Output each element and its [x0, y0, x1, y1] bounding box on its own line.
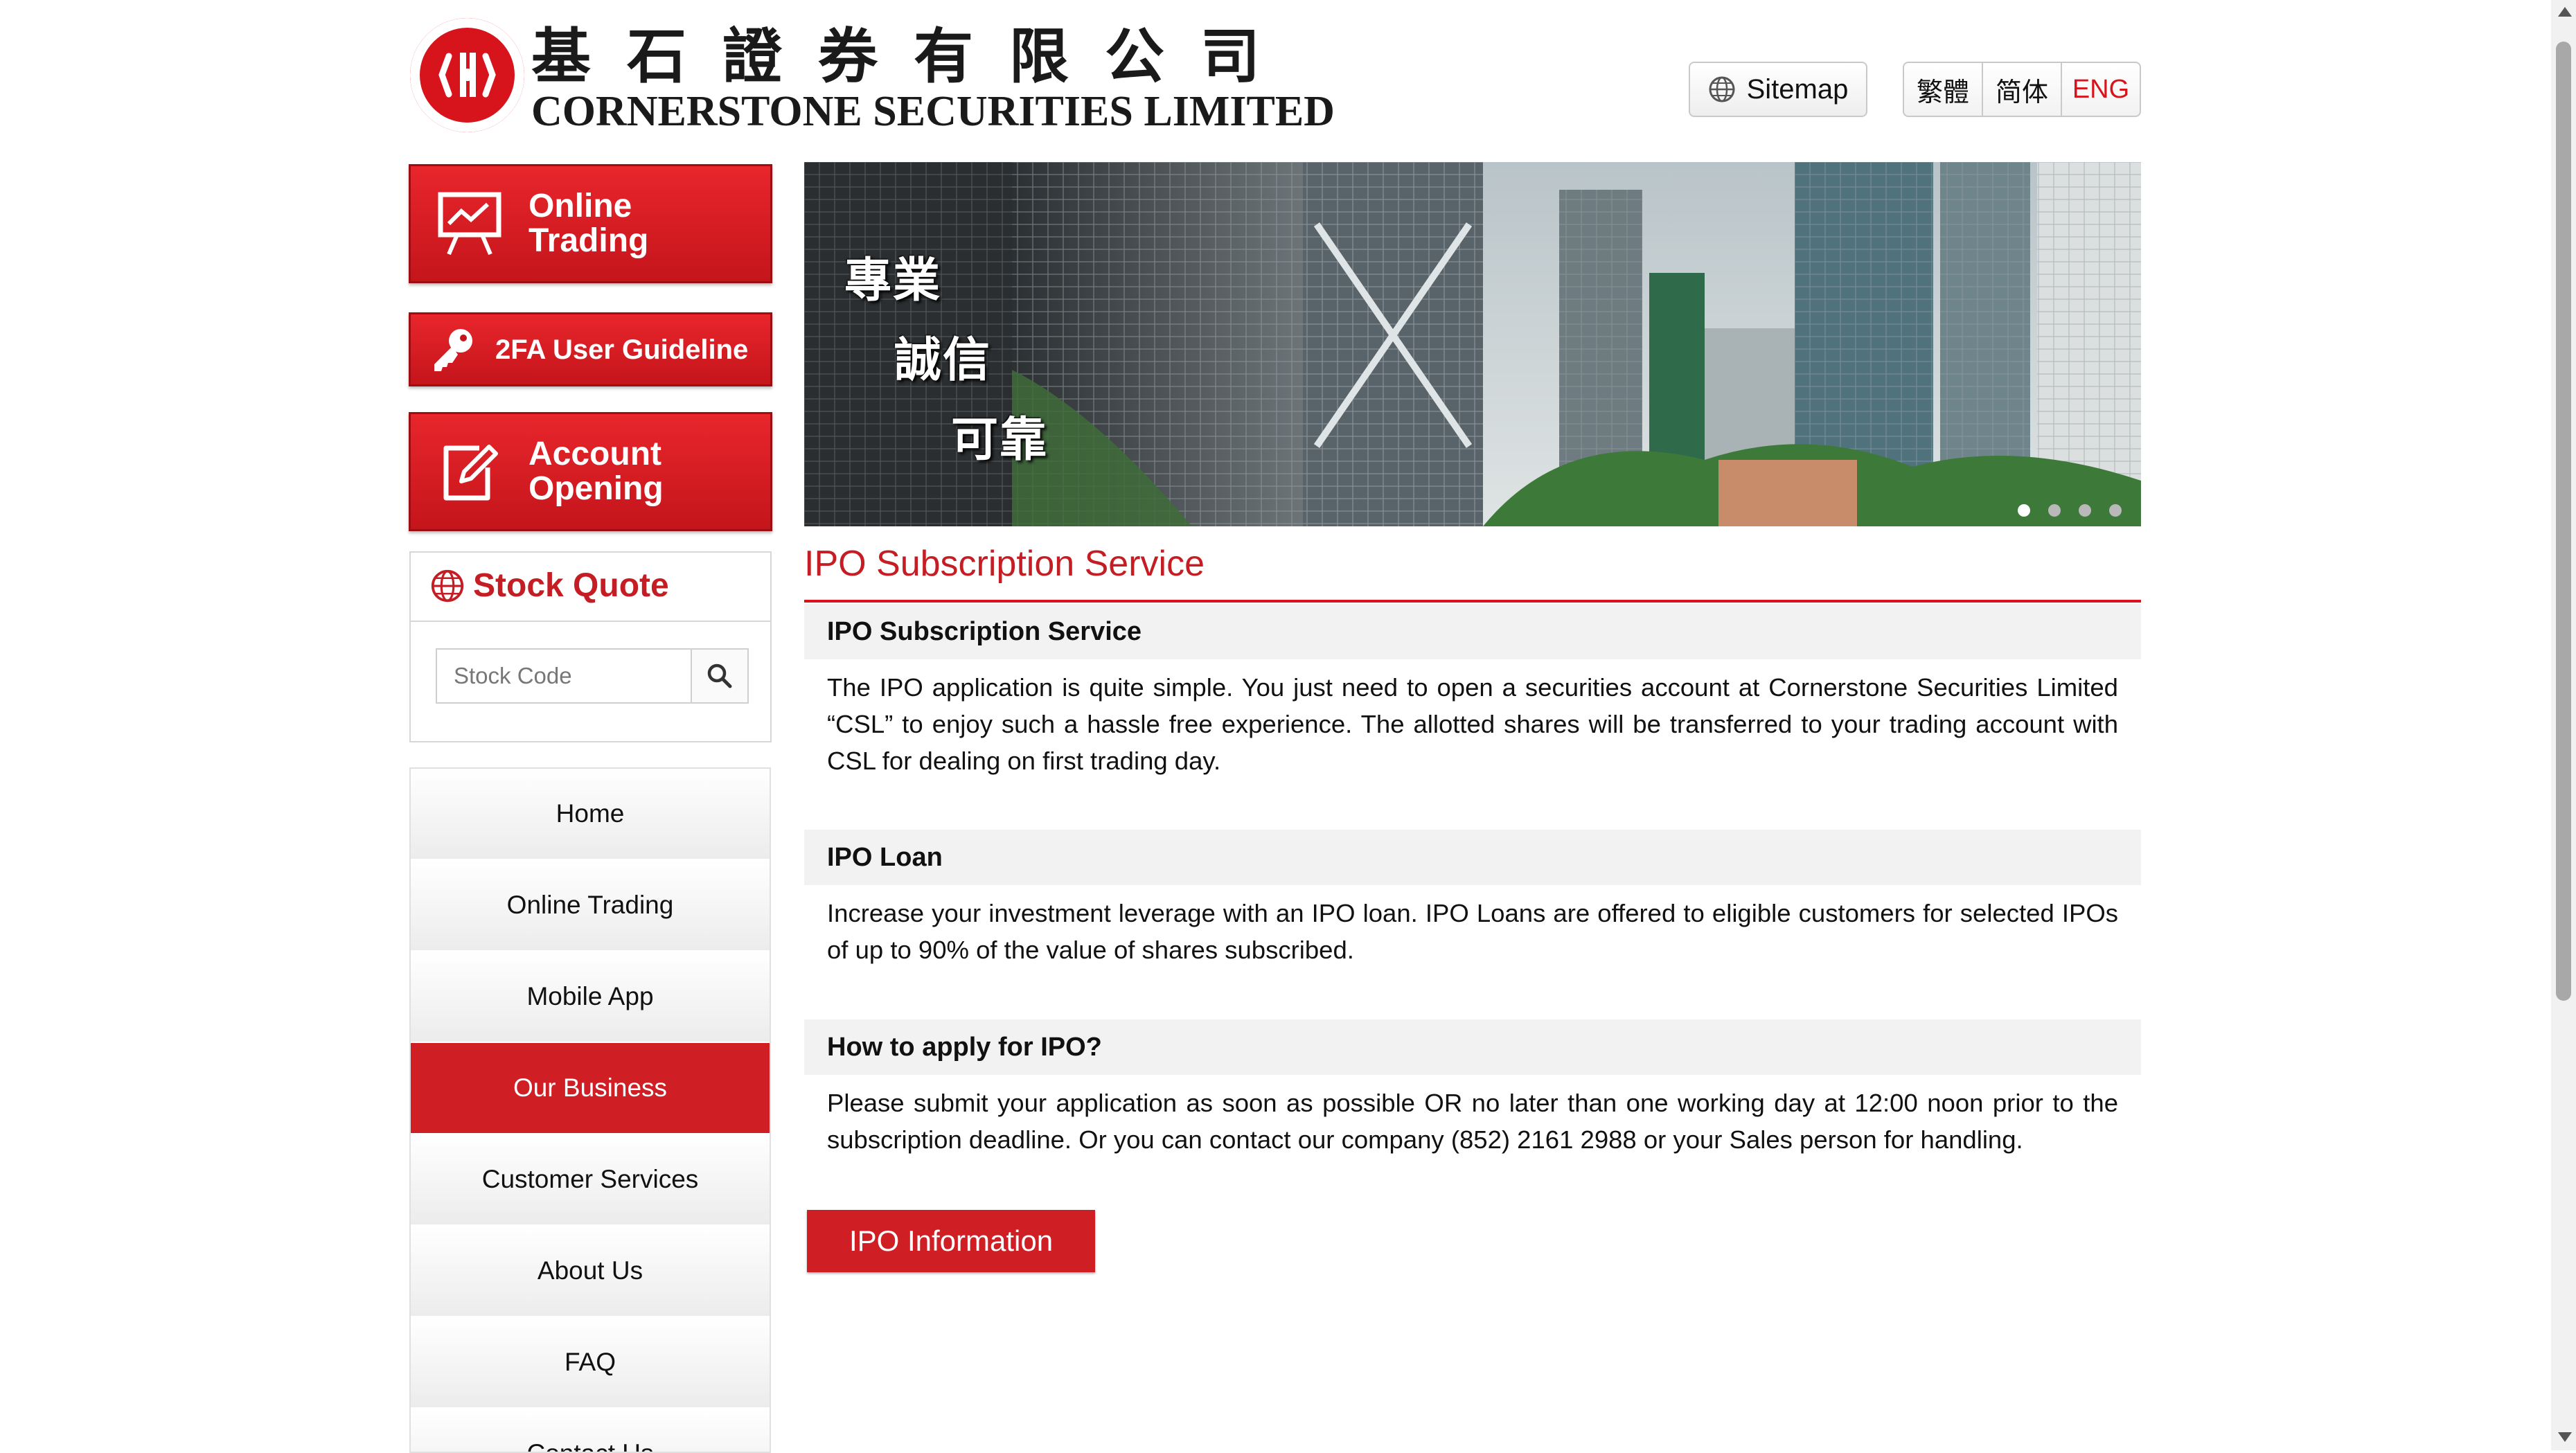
carousel-dot-3[interactable]	[2079, 504, 2091, 517]
scroll-down-arrow-icon[interactable]	[2558, 1432, 2572, 1442]
carousel-dots	[2018, 504, 2122, 517]
page-title: IPO Subscription Service	[804, 544, 1205, 584]
account-opening-label: Account Opening	[528, 436, 664, 507]
banner-text-2: 誠信	[894, 332, 992, 388]
chart-board-icon	[438, 192, 501, 256]
section-heading-ipo-subscription: IPO Subscription Service	[804, 604, 2141, 659]
nav-item-mobile-app[interactable]: Mobile App	[411, 952, 770, 1043]
scroll-up-arrow-icon[interactable]	[2558, 7, 2572, 17]
search-button[interactable]	[691, 648, 749, 704]
nav-item-faq[interactable]: FAQ	[411, 1317, 770, 1409]
carousel-dot-2[interactable]	[2048, 504, 2061, 517]
online-trading-button[interactable]: Online Trading	[409, 164, 772, 283]
carousel-dot-4[interactable]	[2109, 504, 2122, 517]
hero-banner[interactable]: 專業 誠信 可靠	[804, 162, 2141, 526]
nav-item-about-us[interactable]: About Us	[411, 1226, 770, 1317]
globe-icon	[1709, 76, 1735, 102]
language-switcher: 繁體 简体 ENG	[1903, 62, 2141, 117]
company-logo[interactable]: 基石證券有限公司 CORNERSTONE SECURITIES LIMITED	[410, 18, 1335, 136]
lang-traditional[interactable]: 繁體	[1904, 63, 1983, 116]
nav-item-our-business[interactable]: Our Business	[411, 1043, 770, 1134]
online-trading-label: Online Trading	[528, 188, 649, 259]
stock-quote-panel: Stock Quote	[409, 551, 772, 742]
account-opening-button[interactable]: Account Opening	[409, 412, 772, 531]
title-divider	[804, 600, 2141, 603]
section-heading-ipo-loan: IPO Loan	[804, 830, 2141, 885]
stock-code-input[interactable]	[436, 648, 691, 704]
nav-item-online-trading[interactable]: Online Trading	[411, 860, 770, 952]
divider	[411, 621, 770, 622]
banner-text-1: 專業	[844, 253, 942, 308]
key-icon	[434, 328, 472, 371]
2fa-guideline-label: 2FA User Guideline	[495, 334, 749, 365]
logo-chinese-name: 基石證券有限公司	[531, 21, 1296, 91]
section-heading-how-to-apply: How to apply for IPO?	[804, 1019, 2141, 1075]
logo-english-name: CORNERSTONE SECURITIES LIMITED	[531, 88, 1335, 135]
ipo-information-button[interactable]: IPO Information	[807, 1210, 1095, 1272]
lang-simplified[interactable]: 简体	[1983, 63, 2062, 116]
logo-emblem-icon	[410, 18, 524, 132]
2fa-guideline-button[interactable]: 2FA User Guideline	[409, 312, 772, 386]
section-body-how-to-apply: Please submit your application as soon a…	[827, 1089, 2118, 1154]
edit-form-icon	[443, 445, 498, 501]
section-body-ipo-subscription: The IPO application is quite simple. You…	[827, 673, 2118, 775]
sitemap-label: Sitemap	[1746, 73, 1849, 105]
globe-icon	[431, 569, 464, 602]
lang-english[interactable]: ENG	[2062, 63, 2140, 116]
carousel-dot-1[interactable]	[2018, 504, 2030, 517]
stock-quote-title: Stock Quote	[473, 567, 669, 604]
sitemap-button[interactable]: Sitemap	[1689, 62, 1867, 117]
section-body-ipo-loan: Increase your investment leverage with a…	[827, 899, 2118, 964]
nav-item-home[interactable]: Home	[411, 769, 770, 860]
search-icon	[707, 663, 732, 688]
city-skyline-image	[804, 162, 2141, 526]
banner-text-3: 可靠	[951, 412, 1049, 467]
scrollbar-thumb[interactable]	[2556, 42, 2571, 1001]
sidebar-nav: Home Online Trading Mobile App Our Busin…	[409, 767, 771, 1453]
nav-item-contact-us[interactable]: Contact Us	[411, 1409, 770, 1452]
nav-item-customer-services[interactable]: Customer Services	[411, 1134, 770, 1226]
